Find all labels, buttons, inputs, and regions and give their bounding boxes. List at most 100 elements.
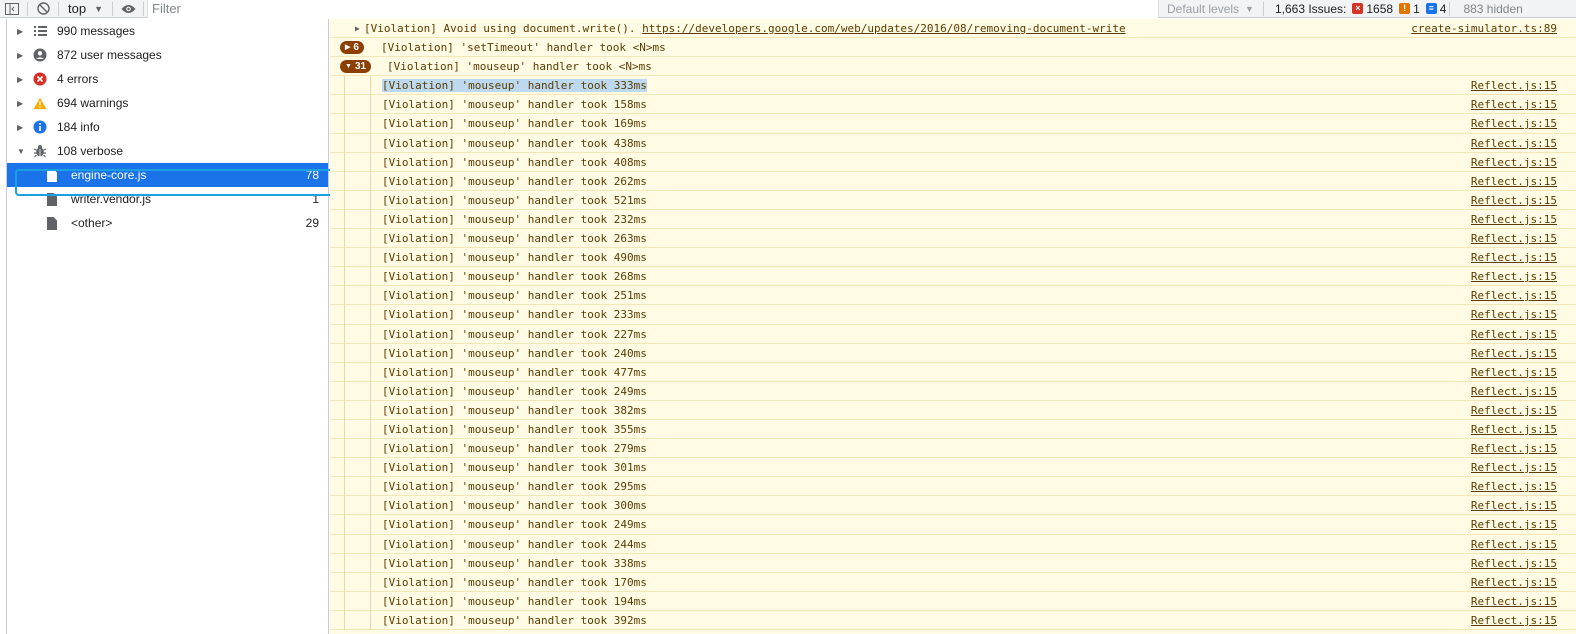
expand-arrow-icon[interactable]: ▶ bbox=[17, 123, 23, 132]
console-message-row[interactable]: [Violation] 'mouseup' handler took 158ms… bbox=[330, 95, 1576, 115]
source-link[interactable]: Reflect.js:15 bbox=[1471, 79, 1557, 92]
console-message-row[interactable]: [Violation] 'mouseup' handler took 251ms… bbox=[330, 286, 1576, 306]
console-group-mouseup[interactable]: ▼ 31 [Violation] 'mouseup' handler took <… bbox=[330, 57, 1576, 77]
console-message-row[interactable]: [Violation] 'mouseup' handler took 392ms… bbox=[330, 610, 1576, 630]
console-message-row[interactable]: [Violation] 'mouseup' handler took 333ms… bbox=[330, 76, 1576, 96]
sidebar-item-errors[interactable]: ▶ 4 errors bbox=[7, 67, 328, 91]
group-indent-guide bbox=[344, 229, 345, 249]
console-message-row[interactable]: [Violation] 'mouseup' handler took 263ms… bbox=[330, 229, 1576, 249]
sidebar-file-other[interactable]: <other> 29 bbox=[7, 211, 328, 235]
console-message-row[interactable]: [Violation] 'mouseup' handler took 382ms… bbox=[330, 400, 1576, 420]
source-link[interactable]: Reflect.js:15 bbox=[1471, 442, 1557, 455]
source-link[interactable]: Reflect.js:15 bbox=[1471, 270, 1557, 283]
console-message-row[interactable]: [Violation] 'mouseup' handler took 169ms… bbox=[330, 114, 1576, 134]
source-link[interactable]: Reflect.js:15 bbox=[1471, 404, 1557, 417]
source-link[interactable]: Reflect.js:15 bbox=[1471, 98, 1557, 111]
issues-warning-badge: ! 1 bbox=[1399, 2, 1420, 16]
console-message-row[interactable]: [Violation] 'mouseup' handler took 249ms… bbox=[330, 515, 1576, 535]
source-link[interactable]: Reflect.js:15 bbox=[1471, 499, 1557, 512]
sidebar-item-verbose[interactable]: ▼ 108 verbose bbox=[7, 139, 328, 163]
source-link[interactable]: Reflect.js:15 bbox=[1471, 156, 1557, 169]
console-message-row[interactable]: [Violation] 'mouseup' handler took 268ms… bbox=[330, 267, 1576, 287]
group-indent-guide bbox=[344, 267, 345, 287]
source-link[interactable]: Reflect.js:15 bbox=[1471, 194, 1557, 207]
message-link[interactable]: https://developers.google.com/web/update… bbox=[642, 22, 1125, 35]
expand-arrow-icon[interactable]: ▶ bbox=[17, 75, 23, 84]
sidebar-file-engine-core[interactable]: engine-core.js 78 bbox=[7, 163, 328, 187]
expand-arrow-icon[interactable]: ▶ bbox=[17, 27, 23, 36]
source-link[interactable]: Reflect.js:15 bbox=[1471, 137, 1557, 150]
issues-counter[interactable]: 1,663 Issues: × 1658 ! 1 ≡ 4 bbox=[1267, 0, 1446, 18]
console-message-row[interactable]: [Violation] 'mouseup' handler took 295ms… bbox=[330, 477, 1576, 497]
error-icon: × bbox=[1352, 3, 1364, 14]
console-message-row[interactable]: [Violation] 'mouseup' handler took 244ms… bbox=[330, 534, 1576, 554]
sidebar-item-info[interactable]: ▶ 184 info bbox=[7, 115, 328, 139]
group-indent-guide bbox=[344, 133, 345, 153]
console-message-row[interactable]: [Violation] 'mouseup' handler took 521ms… bbox=[330, 190, 1576, 210]
console-message-row[interactable]: [Violation] 'mouseup' handler took 301ms… bbox=[330, 458, 1576, 478]
console-message-row[interactable]: [Violation] 'mouseup' handler took 170ms… bbox=[330, 572, 1576, 592]
console-group-settimeout[interactable]: ▶ 6 [Violation] 'setTimeout' handler took… bbox=[330, 38, 1576, 58]
source-link[interactable]: Reflect.js:15 bbox=[1471, 385, 1557, 398]
console-message-row[interactable]: [Violation] 'mouseup' handler took 232ms… bbox=[330, 209, 1576, 230]
issues-warning-count: 1 bbox=[1413, 1, 1420, 16]
sidebar-item-messages[interactable]: ▶ 990 messages bbox=[7, 19, 328, 43]
console-message-row[interactable]: [Violation] 'mouseup' handler took 227ms… bbox=[330, 324, 1576, 344]
source-link[interactable]: Reflect.js:15 bbox=[1471, 289, 1557, 302]
expand-arrow-icon[interactable]: ▶ bbox=[17, 51, 23, 60]
group-indent-guide bbox=[344, 610, 345, 630]
source-link[interactable]: Reflect.js:15 bbox=[1471, 175, 1557, 188]
sidebar-item-warnings[interactable]: ▶ 694 warnings bbox=[7, 91, 328, 115]
console-message-row[interactable]: [Violation] 'mouseup' handler took 194ms… bbox=[330, 591, 1576, 611]
console-message-row[interactable]: [Violation] 'mouseup' handler took 249ms… bbox=[330, 381, 1576, 401]
console-message-row[interactable]: [Violation] 'mouseup' handler took 438ms… bbox=[330, 133, 1576, 153]
source-link[interactable]: create-simulator.ts:89 bbox=[1411, 22, 1557, 35]
source-link[interactable]: Reflect.js:15 bbox=[1471, 461, 1557, 474]
console-message-row[interactable]: [Violation] 'mouseup' handler took 233ms… bbox=[330, 305, 1576, 325]
source-link[interactable]: Reflect.js:15 bbox=[1471, 232, 1557, 245]
console-message-row[interactable]: [Violation] 'mouseup' handler took 262ms… bbox=[330, 171, 1576, 191]
expand-arrow-icon[interactable]: ▶ bbox=[355, 24, 360, 33]
source-link[interactable]: Reflect.js:15 bbox=[1471, 366, 1557, 379]
source-link[interactable]: Reflect.js:15 bbox=[1471, 480, 1557, 493]
log-levels-dropdown[interactable]: Default levels ▼ bbox=[1159, 2, 1260, 16]
group-indent-guide bbox=[344, 458, 345, 478]
group-indent-guide bbox=[370, 553, 371, 573]
context-selector[interactable]: top ▼ bbox=[62, 0, 109, 18]
sidebar-file-label: <other> bbox=[71, 216, 113, 230]
console-message-row[interactable]: [Violation] 'mouseup' handler took 490ms… bbox=[330, 248, 1576, 268]
source-link[interactable]: Reflect.js:15 bbox=[1471, 518, 1557, 531]
source-link[interactable]: Reflect.js:15 bbox=[1471, 251, 1557, 264]
eye-icon[interactable] bbox=[116, 0, 140, 18]
message-text: [Violation] 'mouseup' handler took 227ms bbox=[382, 327, 647, 341]
group-count-badge[interactable]: ▶ 6 bbox=[340, 40, 364, 54]
sidebar-toggle-icon[interactable] bbox=[0, 0, 24, 18]
console-message-row[interactable]: [Violation] 'mouseup' handler took 279ms… bbox=[330, 439, 1576, 459]
console-message-row[interactable]: [Violation] 'mouseup' handler took 355ms… bbox=[330, 419, 1576, 440]
source-link[interactable]: Reflect.js:15 bbox=[1471, 538, 1557, 551]
console-message-row[interactable]: [Violation] 'mouseup' handler took 300ms… bbox=[330, 496, 1576, 516]
console-message-row[interactable]: [Violation] 'mouseup' handler took 477ms… bbox=[330, 362, 1576, 382]
source-link[interactable]: Reflect.js:15 bbox=[1471, 117, 1557, 130]
source-link[interactable]: Reflect.js:15 bbox=[1471, 347, 1557, 360]
source-link[interactable]: Reflect.js:15 bbox=[1471, 595, 1557, 608]
sidebar-file-writer-vendor[interactable]: writer.vendor.js 1 bbox=[7, 187, 328, 211]
group-indent-guide bbox=[370, 267, 371, 287]
filter-input[interactable]: Filter bbox=[147, 0, 1159, 18]
source-link[interactable]: Reflect.js:15 bbox=[1471, 614, 1557, 627]
sidebar-item-user-messages[interactable]: ▶ 872 user messages bbox=[7, 43, 328, 67]
collapse-arrow-icon[interactable]: ▼ bbox=[17, 147, 25, 156]
source-link[interactable]: Reflect.js:15 bbox=[1471, 423, 1557, 436]
source-link[interactable]: Reflect.js:15 bbox=[1471, 576, 1557, 589]
console-message-row[interactable]: [Violation] 'mouseup' handler took 408ms… bbox=[330, 152, 1576, 172]
expand-arrow-icon[interactable]: ▶ bbox=[17, 99, 23, 108]
group-count-badge[interactable]: ▼ 31 bbox=[340, 59, 372, 73]
console-message-row[interactable]: [Violation] 'mouseup' handler took 240ms… bbox=[330, 343, 1576, 363]
source-link[interactable]: Reflect.js:15 bbox=[1471, 328, 1557, 341]
source-link[interactable]: Reflect.js:15 bbox=[1471, 308, 1557, 321]
console-message-doc-write[interactable]: ▶ [Violation] Avoid using document.write… bbox=[330, 19, 1576, 39]
source-link[interactable]: Reflect.js:15 bbox=[1471, 213, 1557, 226]
clear-console-icon[interactable] bbox=[31, 0, 55, 18]
source-link[interactable]: Reflect.js:15 bbox=[1471, 557, 1557, 570]
console-message-row[interactable]: [Violation] 'mouseup' handler took 338ms… bbox=[330, 553, 1576, 573]
